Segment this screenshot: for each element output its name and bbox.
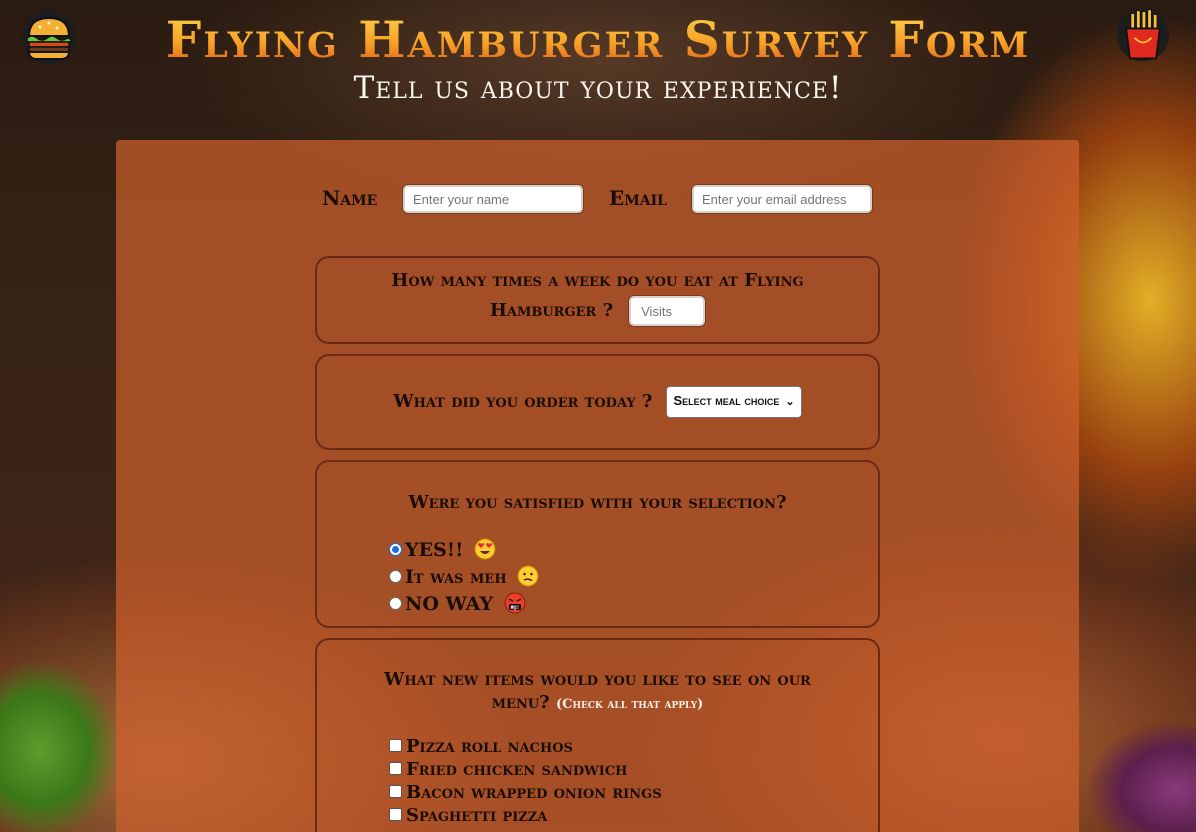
page-header: Flying Hamburger Survey Form Tell us abo… <box>0 0 1196 120</box>
satisfaction-question-box: Were you satisfied with your selection? … <box>315 460 880 628</box>
check-all-note: (Check all that apply) <box>556 697 704 712</box>
new-items-question-box: What new items would you like to see on … <box>315 638 880 832</box>
meal-choice-selected: Select meal choice <box>673 393 780 408</box>
new-items-question-line1: What new items would you like to see on … <box>384 669 811 690</box>
visits-question-line2: Hamburger ? <box>489 300 614 321</box>
visits-question-line1: How many times a week do you eat at Flyi… <box>391 270 804 291</box>
order-question: What did you order today ? Select meal ch… <box>317 356 878 418</box>
menu-item-label: Bacon wrapped onion rings <box>406 782 662 803</box>
satisfaction-option-yes[interactable]: YES!! <box>389 538 496 562</box>
contact-row: Name Email <box>116 184 1079 218</box>
onion-background <box>1076 700 1196 832</box>
name-label: Name <box>322 186 378 210</box>
order-question-box: What did you order today ? Select meal ch… <box>315 354 880 450</box>
name-input[interactable] <box>403 185 583 213</box>
email-label: Email <box>609 186 667 210</box>
visits-question: How many times a week do you eat at Flyi… <box>317 258 878 326</box>
satisfaction-option-no[interactable]: NO WAY #@! <box>389 592 526 616</box>
checkbox-fried-chicken-sandwich[interactable] <box>389 761 402 775</box>
radio-no[interactable] <box>389 596 402 610</box>
angry-cursing-face-emoji-icon: #@! <box>504 592 526 614</box>
order-question-text: What did you order today ? <box>393 391 653 412</box>
radio-meh[interactable] <box>389 569 402 583</box>
meal-choice-select[interactable]: Select meal choice ⌄ <box>666 386 802 418</box>
visits-input[interactable] <box>629 296 706 326</box>
checkbox-spaghetti-pizza[interactable] <box>389 807 402 821</box>
visits-question-box: How many times a week do you eat at Flyi… <box>315 256 880 344</box>
satisfaction-option-label: It was meh <box>405 566 507 588</box>
page-title: Flying Hamburger Survey Form <box>0 10 1196 70</box>
checkbox-bacon-wrapped-onion-rings[interactable] <box>389 784 402 798</box>
heart-eyes-emoji-icon <box>474 538 496 560</box>
new-items-question: What new items would you like to see on … <box>317 640 878 716</box>
chevron-down-icon: ⌄ <box>785 396 795 408</box>
checkbox-pizza-roll-nachos[interactable] <box>389 738 402 752</box>
menu-item-option[interactable]: Bacon wrapped onion rings <box>389 781 662 805</box>
menu-item-option[interactable]: Spaghetti pizza <box>389 804 547 828</box>
radio-yes[interactable] <box>389 542 402 556</box>
menu-item-option[interactable]: Fried chicken sandwich <box>389 758 627 782</box>
satisfaction-question: Were you satisfied with your selection? <box>408 492 787 513</box>
french-fries-icon <box>1116 8 1170 62</box>
menu-item-label: Spaghetti pizza <box>406 805 548 826</box>
page-subtitle: Tell us about your experience! <box>353 70 843 106</box>
email-input[interactable] <box>692 185 872 213</box>
menu-item-label: Fried chicken sandwich <box>406 759 628 780</box>
menu-item-option[interactable]: Pizza roll nachos <box>389 735 573 759</box>
lettuce-background <box>0 660 120 832</box>
satisfaction-option-meh[interactable]: It was meh <box>389 565 539 589</box>
satisfaction-option-label: NO WAY <box>405 593 494 615</box>
menu-item-label: Pizza roll nachos <box>406 736 573 757</box>
new-items-question-line2: menu? <box>491 692 550 713</box>
satisfaction-option-label: YES!! <box>405 539 464 561</box>
confused-face-emoji-icon <box>517 565 539 587</box>
survey-form: Name Email How many times a week do you … <box>116 140 1079 832</box>
svg-text:#@!: #@! <box>510 605 519 611</box>
